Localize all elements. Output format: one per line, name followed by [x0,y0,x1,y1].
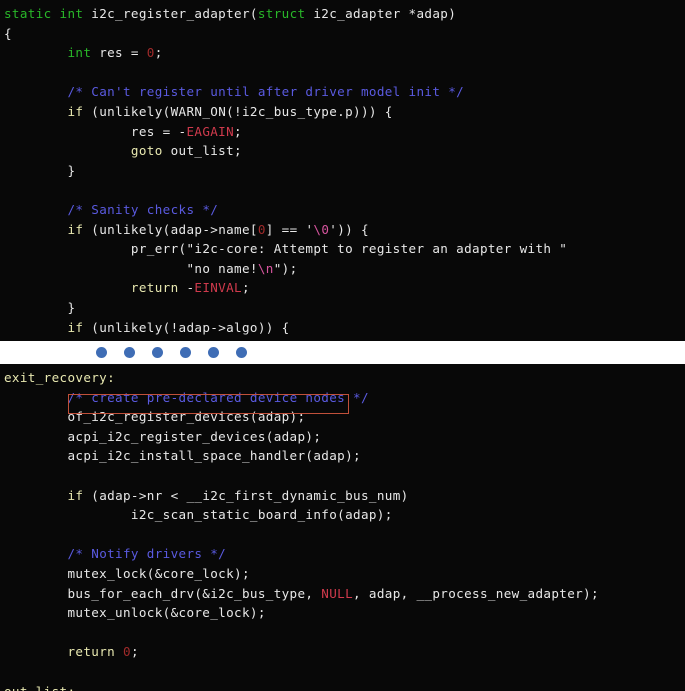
code-panel-bottom: exit_recovery: /* create pre-declared de… [0,364,685,691]
code-line: i2c_scan_static_board_info(adap); [4,507,393,523]
code-line: return -EINVAL; [130,280,250,296]
code-line: acpi_i2c_register_devices(adap); [4,428,322,444]
code-elision-separator [0,341,685,364]
code-line: int res = 0; [67,45,163,61]
ellipsis-dot-icon [152,347,163,358]
code-line: if (unlikely(WARN_ON(!i2c_bus_type.p))) … [67,103,393,119]
code-line: if (adap->nr < __i2c_first_dynamic_bus_n… [67,487,409,503]
code-lines-top: static int i2c_register_adapter(struct i… [0,0,685,341]
code-line: mutex_unlock(&core_lock); [4,605,266,621]
ellipsis-dot-icon [96,347,107,358]
ellipsis-dot-icon [236,347,247,358]
code-line: bus_for_each_drv(&i2c_bus_type, NULL, ad… [4,585,599,601]
ellipsis-dot-icon [208,347,219,358]
code-line: } [4,162,76,178]
code-line: "no name!\n"); [186,260,298,276]
code-line: { [4,25,12,41]
code-line: pr_err("i2c-core: Attempt to register an… [4,241,568,257]
code-line: if (unlikely(!adap->algo)) { [67,319,290,335]
code-line: mutex_lock(&core_lock); [4,565,250,581]
code-panel-top: static int i2c_register_adapter(struct i… [0,0,685,341]
code-line: return 0; [67,644,139,660]
code-line: goto out_list; [130,143,242,159]
code-line: } [4,299,76,315]
dot-group [96,347,247,358]
ellipsis-dot-icon [124,347,135,358]
screenshot-root: static int i2c_register_adapter(struct i… [0,0,685,691]
code-label-out-list: out_list: [4,683,76,691]
code-line: if (unlikely(adap->name[0] == '\0')) { [67,221,369,237]
code-line-comment: /* create pre-declared device nodes */ [67,389,369,405]
ellipsis-dot-icon [180,347,191,358]
code-label-exit-recovery: exit_recovery: [4,370,116,385]
code-line-comment: /* Sanity checks */ [67,201,219,217]
code-line: static int i2c_register_adapter(struct i… [4,6,457,21]
code-line-comment: /* Notify drivers */ [67,546,227,562]
code-line-comment: /* Can't register until after driver mod… [67,84,465,100]
code-line: res = -EAGAIN; [4,123,242,139]
code-line: acpi_i2c_install_space_handler(adap); [4,448,361,464]
code-line-highlighted: of_i2c_register_devices(adap); [4,409,306,425]
code-lines-bottom: exit_recovery: /* create pre-declared de… [0,364,685,691]
